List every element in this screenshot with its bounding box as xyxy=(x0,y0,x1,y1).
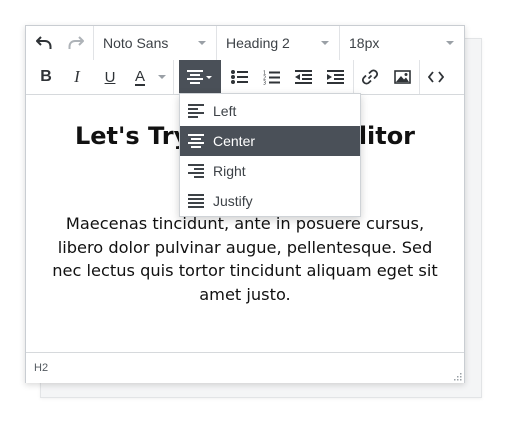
font-size-select[interactable]: 18px xyxy=(340,26,464,60)
align-left-icon xyxy=(188,103,206,119)
link-button[interactable] xyxy=(354,60,386,94)
font-size-value: 18px xyxy=(349,35,380,51)
align-menu-item-label: Justify xyxy=(213,193,253,209)
chevron-down-icon xyxy=(321,41,329,45)
align-menu-item-right[interactable]: Right xyxy=(180,156,360,186)
bullet-list-icon xyxy=(230,70,248,84)
undo-icon xyxy=(36,36,52,49)
format-select[interactable]: Heading 2 xyxy=(217,26,339,60)
toolbar-separator xyxy=(173,60,174,94)
chevron-down-icon xyxy=(158,75,166,79)
align-menu-item-label: Center xyxy=(213,133,256,149)
outdent-button[interactable] xyxy=(287,60,319,94)
chevron-down-icon xyxy=(198,41,206,45)
undo-button[interactable] xyxy=(28,26,60,60)
toolbar-row-bottom: B I U A 1 2 3 xyxy=(26,60,464,95)
align-right-icon xyxy=(188,163,206,179)
svg-text:3: 3 xyxy=(263,80,266,85)
image-icon xyxy=(393,70,411,84)
underline-icon: U xyxy=(104,68,116,86)
status-bar: H2 xyxy=(26,352,464,383)
underline-button[interactable]: U xyxy=(94,60,126,94)
code-icon xyxy=(428,71,444,83)
italic-icon: I xyxy=(74,67,80,86)
toolbar-row-top: Noto Sans Heading 2 18px xyxy=(26,26,464,61)
indent-icon xyxy=(326,70,344,84)
align-center-icon xyxy=(187,70,212,84)
numbered-list-button[interactable]: 1 2 3 xyxy=(255,60,287,94)
align-menu-item-justify[interactable]: Justify xyxy=(180,186,360,216)
indent-button[interactable] xyxy=(319,60,351,94)
align-menu-item-left[interactable]: Left xyxy=(180,96,360,126)
source-code-button[interactable] xyxy=(420,60,452,94)
numbered-list-icon: 1 2 3 xyxy=(263,70,280,85)
font-color-icon: A xyxy=(135,67,146,86)
link-icon xyxy=(362,69,378,85)
outdent-icon xyxy=(294,70,312,84)
align-button[interactable] xyxy=(179,60,221,94)
format-value: Heading 2 xyxy=(226,35,290,51)
align-menu-item-label: Left xyxy=(213,103,237,119)
font-color-button[interactable]: A xyxy=(126,60,170,94)
italic-button[interactable]: I xyxy=(61,60,93,94)
font-family-select[interactable]: Noto Sans xyxy=(94,26,216,60)
align-justify-icon xyxy=(188,193,206,209)
align-dropdown-menu: Left Center Right Justify xyxy=(179,93,361,217)
bullet-list-button[interactable] xyxy=(223,60,255,94)
content-paragraph[interactable]: Maecenas tincidunt, ante in posuere curs… xyxy=(42,212,448,306)
redo-icon xyxy=(68,36,84,49)
bold-button[interactable]: B xyxy=(30,60,62,94)
chevron-down-icon xyxy=(446,41,454,45)
redo-button[interactable] xyxy=(60,26,92,60)
align-center-icon xyxy=(188,133,206,149)
image-button[interactable] xyxy=(386,60,418,94)
align-menu-item-label: Right xyxy=(213,163,246,179)
font-family-value: Noto Sans xyxy=(103,35,169,51)
align-menu-item-center[interactable]: Center xyxy=(180,126,360,156)
element-path[interactable]: H2 xyxy=(34,362,48,374)
resize-handle-icon[interactable] xyxy=(452,371,462,381)
bold-icon: B xyxy=(40,68,52,85)
